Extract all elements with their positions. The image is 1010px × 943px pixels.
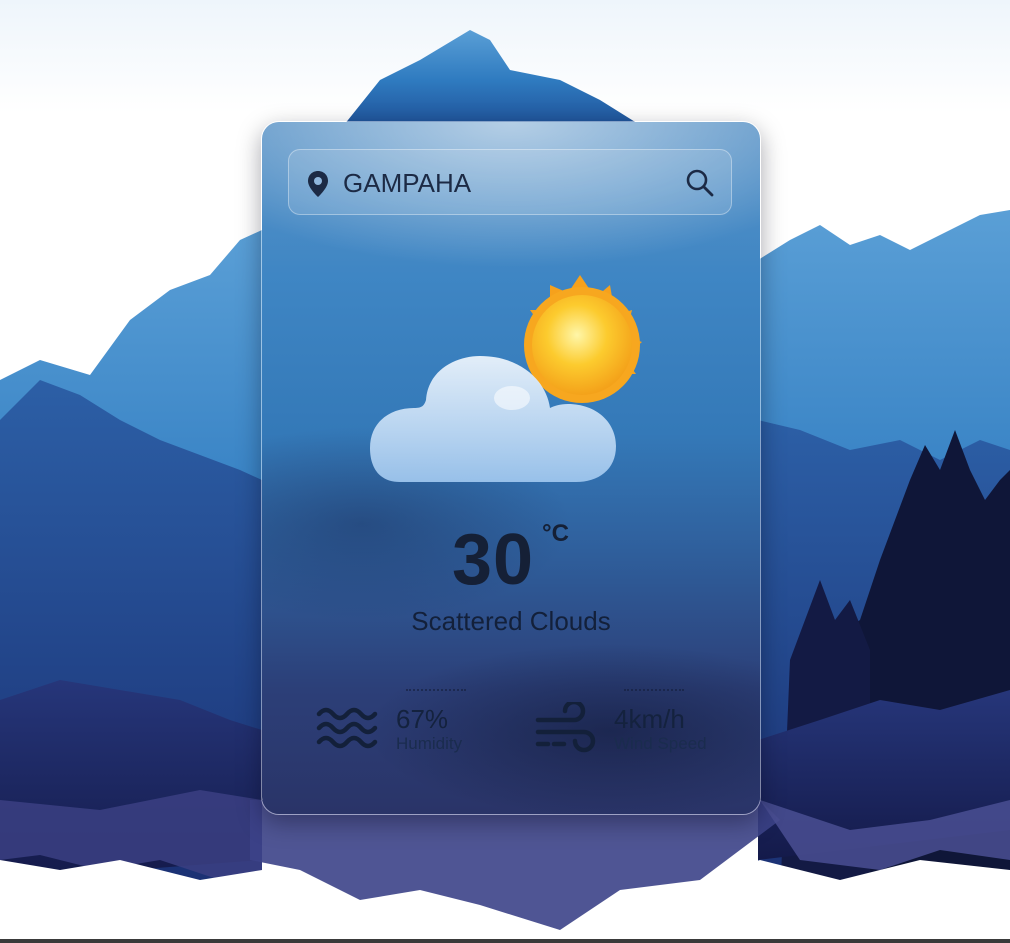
humidity-transition-ghost — [406, 686, 466, 692]
humidity-value: 67% — [396, 704, 449, 734]
search-icon[interactable] — [683, 166, 717, 200]
wind-transition-ghost — [624, 686, 684, 692]
temperature-unit: °C — [542, 520, 569, 547]
bottom-border — [0, 939, 1010, 943]
humidity-label: Humidity — [396, 734, 463, 753]
search-bar — [288, 149, 732, 215]
wind-icon — [535, 702, 596, 753]
waves-icon — [316, 707, 378, 749]
partly-cloudy-icon — [370, 275, 642, 482]
temperature-value: 30 — [451, 520, 535, 600]
wind-value: 4km/h — [614, 704, 685, 734]
humidity-detail: 67% Humidity — [316, 689, 496, 764]
temperature-display: 30 °C — [262, 520, 760, 600]
location-pin-icon — [308, 171, 328, 197]
weather-card: 30 °C Scattered Clouds 67% Humidity 4km/… — [261, 121, 761, 815]
wind-label: Wind Speed — [614, 734, 707, 753]
city-input[interactable] — [343, 166, 643, 200]
wind-detail: 4km/h Wind Speed — [534, 689, 734, 764]
weather-description: Scattered Clouds — [411, 606, 611, 636]
